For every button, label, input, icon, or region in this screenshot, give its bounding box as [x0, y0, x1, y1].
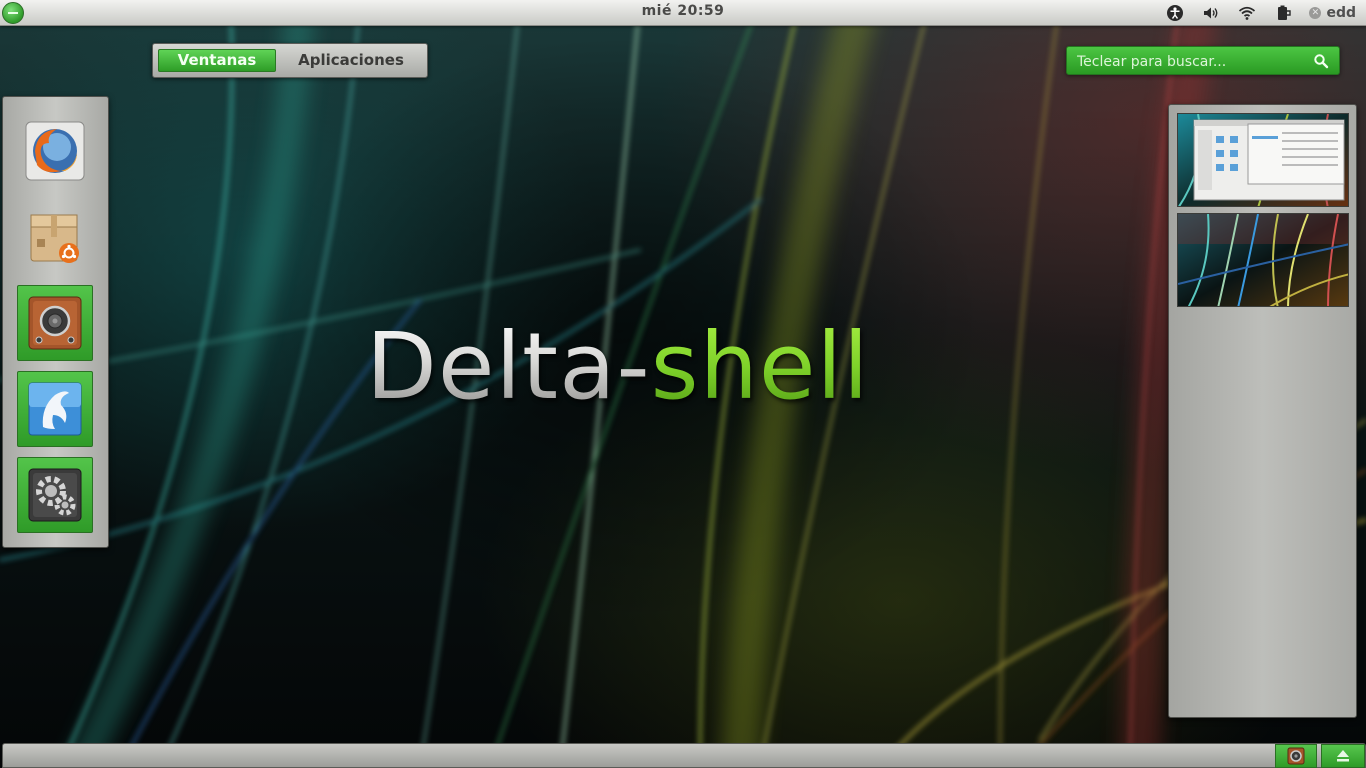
- speaker-icon: [1287, 747, 1305, 765]
- dash: [2, 96, 109, 548]
- delta-shell-logo: Delta-shell: [366, 312, 926, 422]
- workspace-thumbnail[interactable]: [1177, 213, 1349, 307]
- clock[interactable]: mié 20:59: [0, 3, 1366, 19]
- dash-item-firefox[interactable]: [17, 113, 93, 189]
- search-input[interactable]: [1075, 50, 1305, 73]
- user-menu[interactable]: ✕ edd: [1309, 5, 1356, 21]
- workspace-thumbnail[interactable]: [1177, 113, 1349, 207]
- firefox-icon: [25, 121, 85, 181]
- wifi-icon[interactable]: [1237, 3, 1257, 23]
- speaker-icon: [28, 296, 82, 350]
- message-tray-eject[interactable]: [1321, 744, 1365, 768]
- system-settings-icon: [28, 468, 82, 522]
- dolphin-icon: [28, 382, 82, 436]
- dash-item-software-center[interactable]: [17, 199, 93, 275]
- dash-item-system-settings[interactable]: [17, 457, 93, 533]
- top-panel: mié 20:59 ✕ edd: [0, 0, 1366, 26]
- search-icon[interactable]: [1313, 53, 1329, 69]
- system-tray: ✕ edd: [1165, 2, 1356, 24]
- tab-windows[interactable]: Ventanas: [158, 49, 276, 72]
- workspace-switcher: [1168, 104, 1357, 718]
- user-name: edd: [1326, 5, 1356, 21]
- logo-text-delta: Delta-: [366, 313, 651, 420]
- tab-applications[interactable]: Aplicaciones: [281, 49, 421, 72]
- message-tray-speaker[interactable]: [1275, 744, 1317, 768]
- accessibility-icon[interactable]: [1165, 3, 1185, 23]
- eject-icon: [1337, 750, 1349, 762]
- bottom-panel: [2, 743, 1366, 768]
- battery-icon[interactable]: [1273, 3, 1293, 23]
- search-box: [1066, 46, 1340, 75]
- logo-text-shell: shell: [650, 313, 870, 420]
- volume-icon[interactable]: [1201, 3, 1221, 23]
- software-center-icon: [30, 214, 79, 263]
- dash-item-speaker[interactable]: [17, 285, 93, 361]
- dash-item-dolphin[interactable]: [17, 371, 93, 447]
- user-status-icon: ✕: [1309, 7, 1322, 19]
- view-switcher: Ventanas Aplicaciones: [152, 43, 428, 78]
